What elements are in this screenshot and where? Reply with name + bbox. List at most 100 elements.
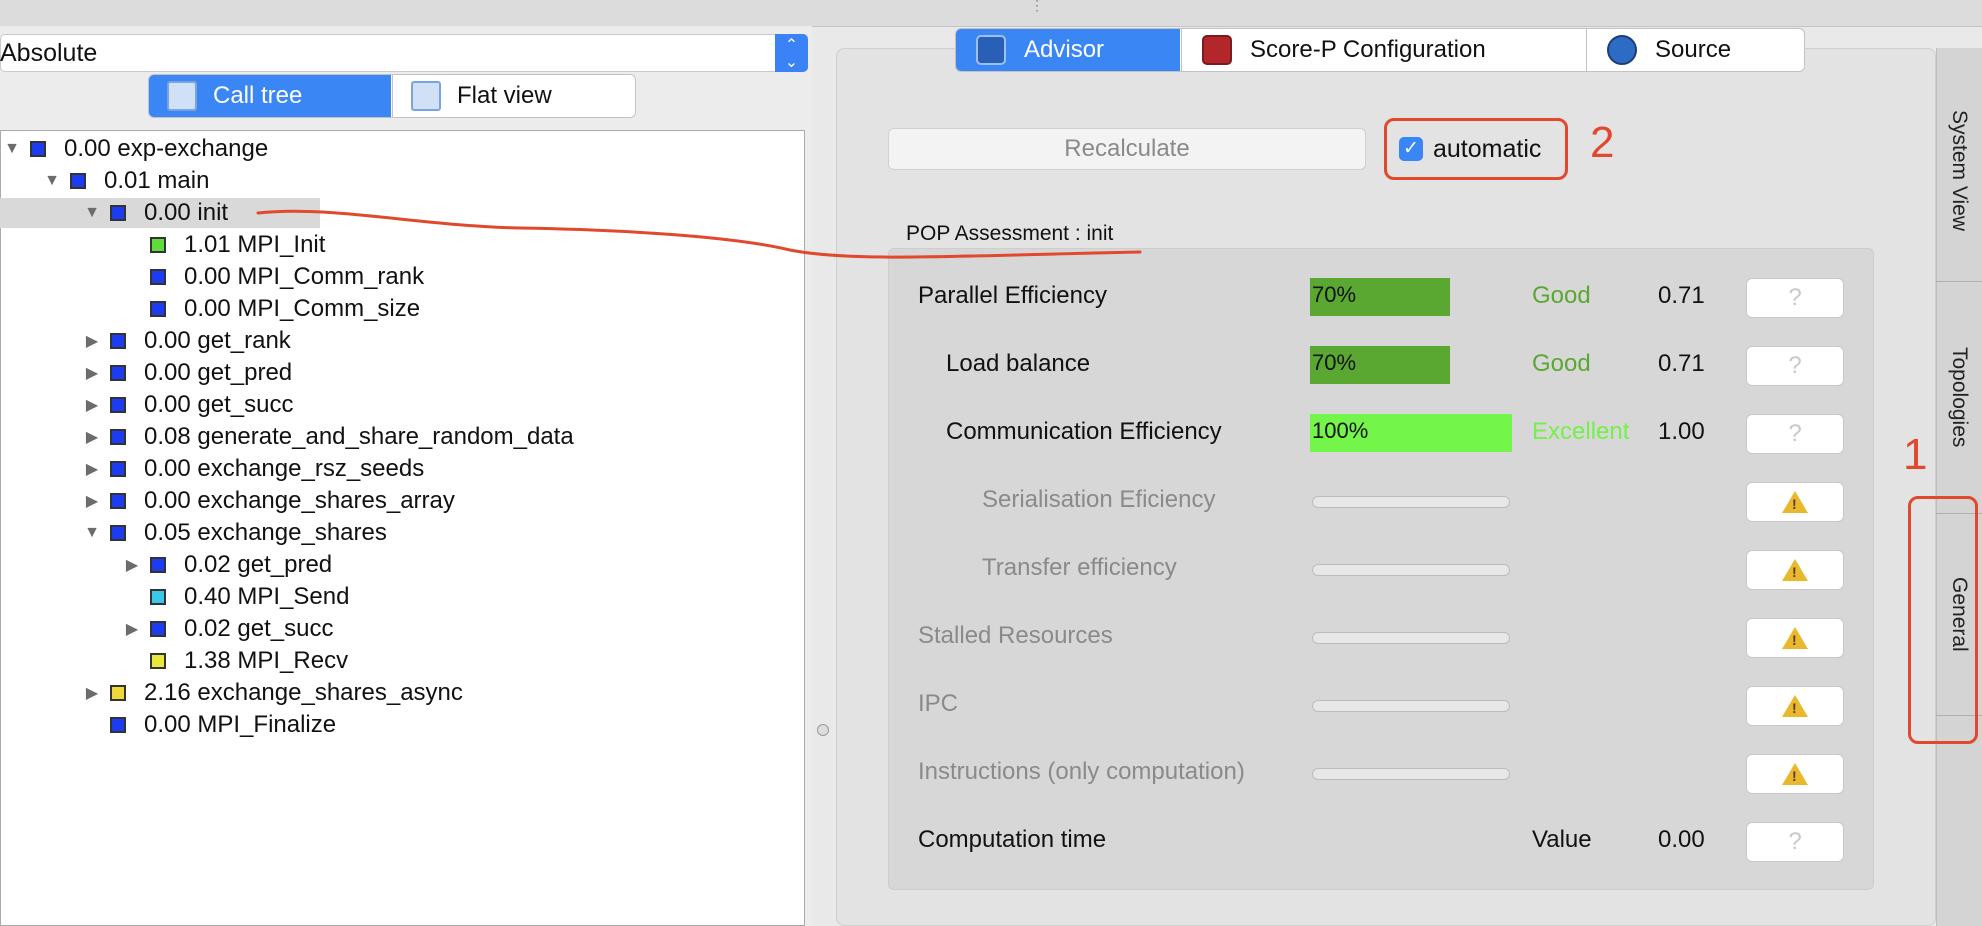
- side-tab-system-view[interactable]: System View: [1936, 60, 1982, 280]
- metric-rating: Good: [1532, 350, 1591, 377]
- compass-icon: [1607, 35, 1637, 65]
- tab-scorep-label: Score-P Configuration: [1250, 36, 1486, 63]
- tree-row[interactable]: 1.01 MPI_Init: [122, 230, 325, 260]
- tree-row[interactable]: ▶ 0.00 exchange_shares_array: [82, 486, 455, 516]
- call-tree-icon: [167, 81, 197, 111]
- warning-icon: !: [1782, 491, 1808, 513]
- tree-row[interactable]: ▶ 0.00 get_pred: [82, 358, 292, 388]
- warning-icon: !: [1782, 695, 1808, 717]
- collapsed-triangle-icon[interactable]: ▶: [82, 491, 102, 511]
- metric-color-square-icon: [110, 717, 126, 733]
- tree-row-value: 0.00: [184, 295, 231, 322]
- tree-row-value: 0.00: [184, 263, 231, 290]
- collapsed-triangle-icon[interactable]: ▶: [82, 395, 102, 415]
- metric-help-button[interactable]: ?: [1746, 414, 1844, 454]
- tree-row[interactable]: 0.00 MPI_Comm_rank: [122, 262, 424, 292]
- tree-row-space: [231, 615, 238, 643]
- metric-warning-button[interactable]: !: [1746, 686, 1844, 726]
- tree-row[interactable]: 0.40 MPI_Send: [122, 582, 349, 612]
- tree-row[interactable]: ▼ 0.01 main: [42, 166, 209, 196]
- tree-row[interactable]: ▶ 2.16 exchange_shares_async: [82, 678, 463, 708]
- tree-row[interactable]: 1.38 MPI_Recv: [122, 646, 348, 676]
- tree-row-value: 0.05: [144, 519, 191, 546]
- tree-row-space: [151, 167, 158, 195]
- expanded-triangle-icon[interactable]: ▼: [42, 172, 62, 190]
- tree-row[interactable]: ▶ 0.00 get_rank: [82, 326, 291, 356]
- tree-row-value: 0.02: [184, 615, 231, 642]
- tree-row[interactable]: ▶ 0.00 exchange_rsz_seeds: [82, 454, 424, 484]
- tree-row[interactable]: ▶ 0.08 generate_and_share_random_data: [82, 422, 574, 452]
- tree-row[interactable]: ▶ 0.02 get_pred: [122, 550, 332, 580]
- warning-mark: !: [1792, 564, 1797, 580]
- metric-rating: Excellent: [1532, 418, 1630, 445]
- collapsed-triangle-icon[interactable]: ▶: [82, 683, 102, 703]
- tab-advisor[interactable]: Advisor: [956, 29, 1180, 71]
- tab-scorep-configuration[interactable]: Score-P Configuration: [1181, 29, 1586, 71]
- select-arrows-icon[interactable]: ⌃ ⌄: [775, 34, 808, 72]
- tree-row-name: generate_and_share_random_data: [197, 423, 574, 450]
- tree-row-space: [191, 199, 198, 227]
- warning-icon: !: [1782, 559, 1808, 581]
- collapsed-triangle-icon[interactable]: ▶: [82, 331, 102, 351]
- metric-help-button[interactable]: ?: [1746, 346, 1844, 386]
- metric-value: 0.71: [1658, 282, 1705, 309]
- tree-row-name: get_rank: [197, 327, 291, 354]
- automatic-label: automatic: [1433, 134, 1542, 163]
- tree-row-name: MPI_Init: [237, 231, 326, 258]
- tree-row[interactable]: 0.00 MPI_Comm_size: [122, 294, 420, 324]
- metric-color-square-icon: [70, 173, 86, 189]
- metric-label: Serialisation Eficiency: [982, 486, 1216, 513]
- panel-splitter-handle[interactable]: [817, 724, 829, 736]
- tree-row-space: [191, 519, 198, 547]
- tab-source[interactable]: Source: [1586, 29, 1804, 71]
- metric-mode-select[interactable]: [0, 34, 808, 72]
- side-tab-topologies-label: Topologies: [1948, 346, 1971, 448]
- warning-mark: !: [1792, 768, 1797, 784]
- tree-row[interactable]: ▶ 0.02 get_succ: [122, 614, 334, 644]
- collapsed-triangle-icon[interactable]: ▶: [82, 427, 102, 447]
- metric-warning-button[interactable]: !: [1746, 618, 1844, 658]
- tree-row-value: 0.02: [184, 551, 231, 578]
- tree-row-space: [191, 391, 198, 419]
- tab-flat-view[interactable]: Flat view: [392, 75, 635, 117]
- metric-value: 0.71: [1658, 350, 1705, 377]
- side-tab-topologies[interactable]: Topologies: [1936, 282, 1982, 512]
- tree-row[interactable]: ▼ 0.05 exchange_shares: [82, 518, 387, 548]
- expanded-triangle-icon[interactable]: ▼: [82, 204, 102, 222]
- collapsed-triangle-icon[interactable]: ▶: [122, 619, 142, 639]
- help-icon: ?: [1788, 828, 1802, 855]
- warning-icon: !: [1782, 627, 1808, 649]
- general-tab-highlight: [1908, 496, 1978, 744]
- metric-color-square-icon: [150, 269, 166, 285]
- tree-row[interactable]: ▼ 0.00 init: [0, 198, 320, 228]
- right-view-tabs: Advisor Score-P Configuration Source: [955, 28, 1805, 72]
- tree-row[interactable]: ▶ 0.00 get_succ: [82, 390, 294, 420]
- collapsed-triangle-icon[interactable]: ▶: [82, 363, 102, 383]
- tree-row-space: [231, 647, 238, 675]
- recalculate-button[interactable]: Recalculate: [888, 128, 1366, 170]
- splitter-grip-icon[interactable]: ⋮: [1030, 0, 1044, 20]
- metric-warning-button[interactable]: !: [1746, 482, 1844, 522]
- tree-row[interactable]: ▼ 0.00 exp-exchange: [2, 134, 268, 164]
- tree-row-name: exp-exchange: [117, 135, 269, 162]
- expanded-triangle-icon[interactable]: ▼: [82, 524, 102, 542]
- tree-row-space: [231, 583, 238, 611]
- metric-label: Computation time: [918, 826, 1107, 853]
- automatic-checkbox[interactable]: ✓: [1399, 137, 1423, 161]
- tab-call-tree[interactable]: Call tree: [149, 75, 391, 117]
- tree-row-name: MPI_Comm_rank: [237, 263, 425, 290]
- help-icon: ?: [1788, 284, 1802, 311]
- metric-warning-button[interactable]: !: [1746, 754, 1844, 794]
- tree-row[interactable]: 0.00 MPI_Finalize: [82, 710, 336, 740]
- metric-color-square-icon: [110, 525, 126, 541]
- scorep-gear-icon: [1202, 35, 1232, 65]
- tab-flat-view-label: Flat view: [457, 82, 552, 109]
- metric-help-button[interactable]: ?: [1746, 278, 1844, 318]
- collapsed-triangle-icon[interactable]: ▶: [82, 459, 102, 479]
- metric-help-button[interactable]: ?: [1746, 822, 1844, 862]
- tree-row-name: get_succ: [197, 391, 294, 418]
- metric-warning-button[interactable]: !: [1746, 550, 1844, 590]
- collapsed-triangle-icon[interactable]: ▶: [122, 555, 142, 575]
- expanded-triangle-icon[interactable]: ▼: [2, 140, 22, 158]
- side-tab-system-view-label: System View: [1948, 109, 1971, 231]
